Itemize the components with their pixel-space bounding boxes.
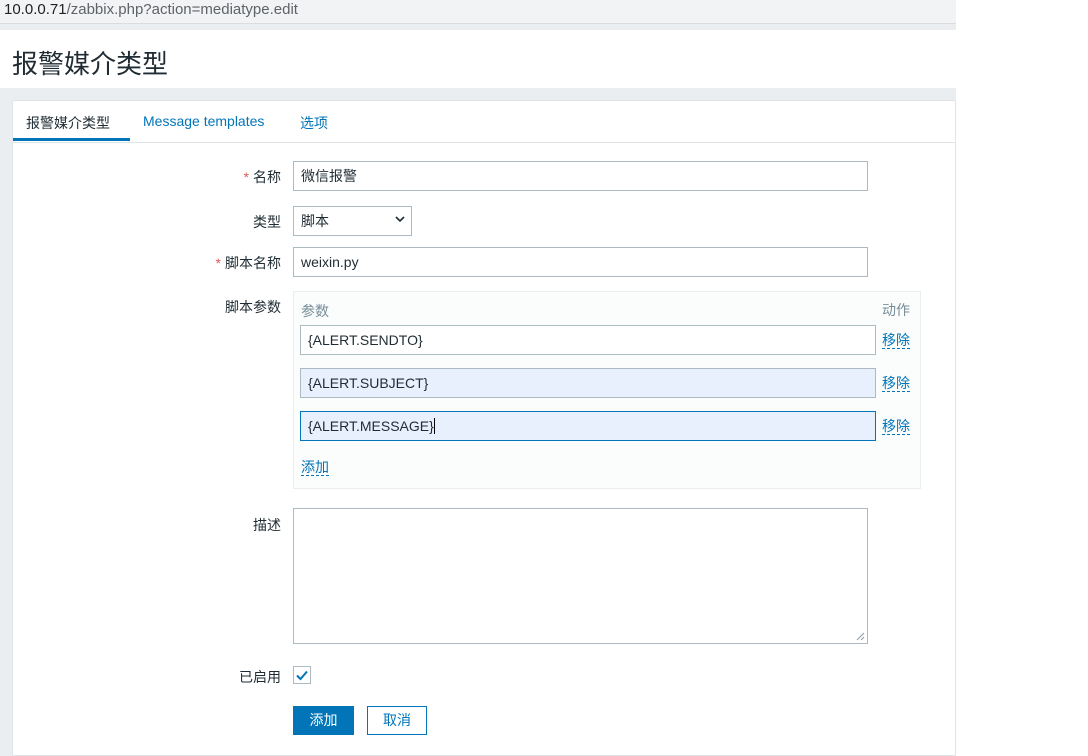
address-bar[interactable]: 10.0.0.71/zabbix.php?action=mediatype.ed… bbox=[0, 0, 956, 24]
remove-param-button[interactable]: 移除 bbox=[882, 375, 910, 392]
add-button[interactable]: 添加 bbox=[293, 706, 354, 735]
page-frame: 10.0.0.71/zabbix.php?action=mediatype.ed… bbox=[0, 0, 956, 756]
type-select[interactable]: 脚本 bbox=[293, 206, 412, 236]
script-name-label-text: 脚本名称 bbox=[225, 255, 281, 271]
script-name-label: * 脚本名称 bbox=[81, 253, 281, 273]
cancel-button[interactable]: 取消 bbox=[367, 706, 427, 735]
chevron-down-icon bbox=[395, 216, 405, 223]
remove-param-button[interactable]: 移除 bbox=[882, 418, 910, 435]
form-panel: 报警媒介类型 Message templates 选项 * 名称 微信报警 类型 … bbox=[12, 100, 956, 756]
tab-media-type[interactable]: 报警媒介类型 bbox=[26, 113, 110, 133]
tab-options[interactable]: 选项 bbox=[300, 113, 328, 133]
name-label-text: 名称 bbox=[253, 169, 281, 185]
text-cursor bbox=[433, 418, 435, 434]
required-mark: * bbox=[215, 255, 221, 271]
name-input[interactable]: 微信报警 bbox=[293, 161, 868, 191]
header: 报警媒介类型 bbox=[0, 30, 956, 88]
url-path: /zabbix.php?action=mediatype.edit bbox=[66, 1, 298, 18]
description-label: 描述 bbox=[253, 517, 281, 533]
required-mark: * bbox=[243, 169, 249, 185]
action-column-header: 动作 bbox=[882, 302, 910, 318]
active-tab-indicator bbox=[13, 138, 130, 141]
resize-handle-icon[interactable] bbox=[856, 632, 865, 641]
enabled-label: 已启用 bbox=[239, 669, 281, 685]
type-label: 类型 bbox=[253, 214, 281, 230]
param-message-value: {ALERT.MESSAGE} bbox=[308, 418, 434, 434]
type-select-value: 脚本 bbox=[301, 213, 329, 229]
param-input-message[interactable]: {ALERT.MESSAGE} bbox=[300, 411, 876, 441]
remove-param-button[interactable]: 移除 bbox=[882, 332, 910, 349]
param-input-subject[interactable]: {ALERT.SUBJECT} bbox=[300, 368, 876, 398]
script-name-input[interactable]: weixin.py bbox=[293, 247, 868, 277]
tab-message-templates[interactable]: Message templates bbox=[143, 113, 264, 129]
url-host: 10.0.0.71 bbox=[4, 1, 67, 18]
script-params-table: 参数 动作 {ALERT.SENDTO} 移除 {ALERT.SUBJECT} … bbox=[293, 291, 921, 489]
description-textarea[interactable] bbox=[293, 508, 868, 644]
script-params-label: 脚本参数 bbox=[225, 299, 281, 315]
enabled-checkbox[interactable] bbox=[293, 666, 311, 684]
name-label: * 名称 bbox=[81, 167, 281, 187]
tab-bar: 报警媒介类型 Message templates 选项 bbox=[13, 101, 955, 143]
page-title: 报警媒介类型 bbox=[12, 49, 169, 79]
param-input-sendto[interactable]: {ALERT.SENDTO} bbox=[300, 325, 876, 355]
params-column-header: 参数 bbox=[301, 303, 329, 319]
add-param-button[interactable]: 添加 bbox=[301, 459, 329, 476]
checkmark-icon bbox=[296, 670, 308, 681]
